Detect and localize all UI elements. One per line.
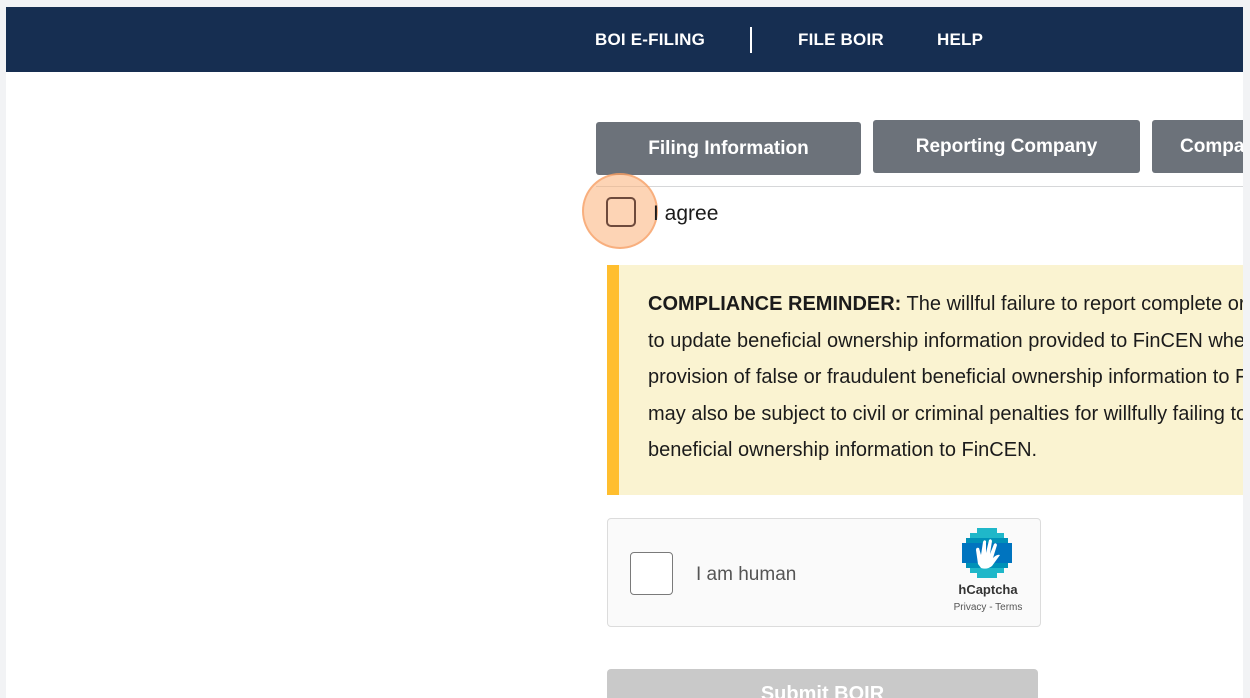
compliance-reminder-heading: COMPLIANCE REMINDER: [648,293,902,315]
reminder-line-1-text: The willful failure to report complete o… [906,293,1243,315]
tab-company-applicants-label: Company Applicants [1180,135,1243,157]
reminder-line-3: provision of false or fraudulent benefic… [648,366,1243,388]
i-agree-checkbox[interactable] [606,197,636,227]
tab-filing-information-label: Filing Information [648,137,809,159]
tab-company-applicants[interactable]: Company Applicants [1152,120,1243,173]
nav-link-file-boir[interactable]: FILE BOIR [798,30,884,50]
submit-boir-label: Submit BOIR [760,683,885,698]
top-navigation-bar: BOI E-FILING FILE BOIR HELP [6,7,1243,72]
nav-link-help[interactable]: HELP [937,30,983,50]
tab-reporting-company[interactable]: Reporting Company [873,120,1140,173]
nav-divider [750,27,752,53]
tab-filing-information[interactable]: Filing Information [596,122,861,175]
submit-boir-button[interactable]: Submit BOIR [607,669,1038,698]
hcaptcha-brand: hCaptcha [958,582,1018,597]
hcaptcha-logo-icon [962,528,1012,578]
hcaptcha-widget: I am human hCaptcha Privacy - Terms [607,518,1041,627]
hcaptcha-privacy-terms-links[interactable]: Privacy - Terms [938,602,1038,613]
reminder-line-4: may also be subject to civil or criminal… [648,402,1243,425]
i-agree-label: I agree [653,202,719,225]
app-frame: BOI E-FILING FILE BOIR HELP Filing Infor… [6,7,1243,698]
nav-link-boi-e-filing[interactable]: BOI E-FILING [595,30,705,50]
compliance-reminder-alert: COMPLIANCE REMINDER: The willful failure… [607,265,1243,495]
compliance-reminder-text: COMPLIANCE REMINDER: The willful failure… [648,286,1243,469]
reminder-line-5: beneficial ownership information to FinC… [648,439,1038,461]
reminder-line-1: COMPLIANCE REMINDER: The willful failure… [648,286,1243,323]
hcaptcha-checkbox[interactable] [630,552,673,595]
tab-divider-rule [596,186,1243,187]
tab-reporting-company-label: Reporting Company [915,135,1098,157]
hcaptcha-label: I am human [696,564,797,585]
reminder-line-2: to update beneficial ownership informati… [648,329,1243,352]
